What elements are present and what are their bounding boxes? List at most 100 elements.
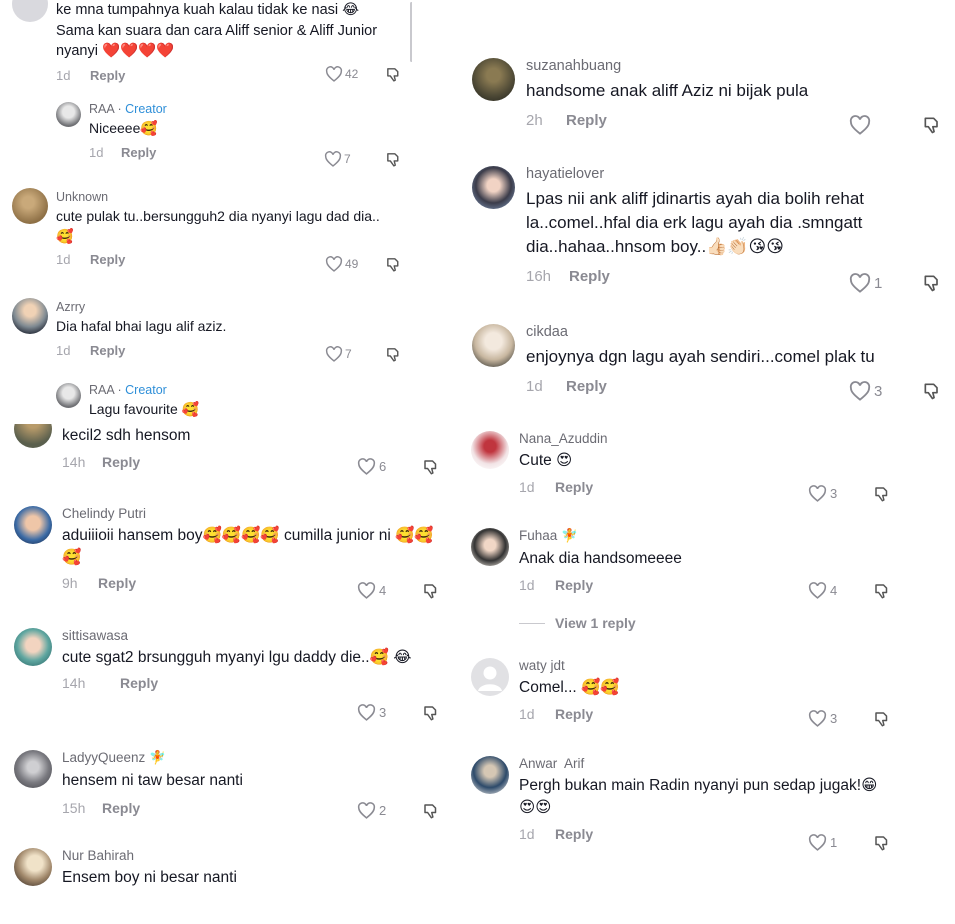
like-button[interactable]: 2 xyxy=(357,802,386,819)
reply-button[interactable]: Reply xyxy=(102,454,140,470)
dislike-icon[interactable] xyxy=(422,458,440,476)
comment-item: sittisawasa cute sgat2 brsungguh myanyi … xyxy=(14,628,454,728)
avatar[interactable] xyxy=(471,528,509,566)
like-button[interactable]: 3 xyxy=(357,704,386,721)
avatar[interactable] xyxy=(471,431,509,469)
reply-button[interactable]: Reply xyxy=(121,145,156,160)
comments-panel-right-top: suzanahbuang handsome anak aliff Aziz ni… xyxy=(455,45,955,419)
like-count: 6 xyxy=(379,459,387,474)
avatar[interactable] xyxy=(472,324,515,367)
avatar[interactable] xyxy=(12,188,48,224)
like-button[interactable] xyxy=(849,115,874,135)
heart-icon xyxy=(808,485,827,502)
reply-button[interactable]: Reply xyxy=(102,800,140,816)
like-button[interactable]: 6 xyxy=(357,458,386,475)
dislike-icon[interactable] xyxy=(422,582,440,600)
comment-username[interactable]: Fuhaa 🧚 xyxy=(519,528,879,544)
heart-icon xyxy=(849,115,871,135)
avatar[interactable] xyxy=(472,166,515,209)
comment-username[interactable]: RAA · Creator xyxy=(89,102,349,116)
dislike-icon[interactable] xyxy=(385,256,402,273)
like-button[interactable]: 7 xyxy=(325,346,352,362)
reply-button[interactable]: Reply xyxy=(90,343,125,358)
like-count: 3 xyxy=(379,705,387,720)
like-button[interactable]: 49 xyxy=(325,256,358,272)
default-avatar-icon xyxy=(478,666,502,691)
comment-username[interactable]: cikdaa xyxy=(526,324,946,340)
like-count: 3 xyxy=(830,711,838,726)
dislike-icon[interactable] xyxy=(422,802,440,820)
reply-button[interactable]: Reply xyxy=(90,68,125,83)
comment-username[interactable]: waty jdt xyxy=(519,658,879,673)
avatar[interactable] xyxy=(14,750,52,788)
dislike-icon[interactable] xyxy=(922,381,942,401)
reply-button[interactable]: Reply xyxy=(569,268,610,285)
comment-text: kecil2 sdh hensom xyxy=(62,427,191,444)
comment-username[interactable]: LadyyQueenz 🧚 xyxy=(62,750,452,766)
avatar[interactable] xyxy=(14,424,52,448)
comment-username[interactable]: hayatielover xyxy=(526,166,946,182)
comment-username[interactable]: Nana_Azuddin xyxy=(519,431,879,446)
like-button[interactable]: 4 xyxy=(808,582,837,599)
comment-item: ke mna tumpahnya kuah kalau tidak ke nas… xyxy=(12,0,407,88)
comments-panel-left-bottom: kecil2 sdh hensom 14h Reply 6 Chelindy P… xyxy=(0,424,455,924)
reply-button[interactable]: Reply xyxy=(120,675,158,691)
avatar[interactable] xyxy=(12,298,48,334)
dislike-icon[interactable] xyxy=(422,704,440,722)
like-button[interactable]: 3 xyxy=(808,710,837,727)
reply-button[interactable]: Reply xyxy=(566,378,607,395)
dislike-icon[interactable] xyxy=(873,582,891,600)
reply-button[interactable]: Reply xyxy=(555,577,593,593)
avatar[interactable] xyxy=(471,756,509,794)
like-button[interactable]: 7 xyxy=(324,151,351,167)
comment-age: 14h xyxy=(62,675,86,691)
view-replies-button[interactable]: View 1 reply xyxy=(519,615,636,631)
avatar[interactable] xyxy=(56,102,81,127)
reply-button[interactable]: Reply xyxy=(566,112,607,129)
like-button[interactable]: 3 xyxy=(849,381,882,401)
reply-button[interactable]: Reply xyxy=(98,575,136,591)
reply-button[interactable]: Reply xyxy=(555,826,593,842)
comment-username[interactable]: Azrry xyxy=(56,300,396,314)
avatar[interactable] xyxy=(472,58,515,101)
avatar[interactable] xyxy=(14,848,52,886)
avatar[interactable] xyxy=(14,628,52,666)
dislike-icon[interactable] xyxy=(922,273,942,293)
avatar[interactable] xyxy=(56,383,81,408)
reply-button[interactable]: Reply xyxy=(90,252,125,267)
like-button[interactable]: 1 xyxy=(849,273,882,293)
comment-username[interactable]: RAA · Creator xyxy=(89,383,349,397)
comment-text: Lagu favourite 🥰 xyxy=(89,401,200,417)
like-button[interactable]: 4 xyxy=(357,582,386,599)
dislike-icon[interactable] xyxy=(385,66,402,83)
like-button[interactable]: 42 xyxy=(325,66,358,82)
heart-icon xyxy=(357,458,376,475)
comment-username[interactable]: sittisawasa xyxy=(62,628,452,643)
heart-icon xyxy=(808,710,827,727)
heart-icon xyxy=(325,256,343,272)
comment-username[interactable]: Unknown xyxy=(56,190,396,204)
comment-username[interactable]: suzanahbuang xyxy=(526,58,946,74)
like-button[interactable]: 1 xyxy=(808,834,837,851)
like-count: 2 xyxy=(379,803,387,818)
heart-icon xyxy=(357,802,376,819)
dislike-icon[interactable] xyxy=(385,346,402,363)
reply-button[interactable]: Reply xyxy=(555,479,593,495)
dislike-icon[interactable] xyxy=(873,485,891,503)
reply-button[interactable]: Reply xyxy=(555,706,593,722)
dislike-icon[interactable] xyxy=(922,115,942,135)
dislike-icon[interactable] xyxy=(873,834,891,852)
comment-item: LadyyQueenz 🧚 hensem ni taw besar nanti … xyxy=(14,750,454,825)
dislike-icon[interactable] xyxy=(873,710,891,728)
scrollbar[interactable] xyxy=(410,2,412,62)
heart-icon xyxy=(357,582,376,599)
avatar[interactable] xyxy=(471,658,509,696)
dislike-icon[interactable] xyxy=(385,151,402,168)
comment-text: handsome anak aliff Aziz ni bijak pula xyxy=(526,81,809,100)
like-button[interactable]: 3 xyxy=(808,485,837,502)
avatar[interactable] xyxy=(12,0,48,22)
comment-username[interactable]: Nur Bahirah xyxy=(62,848,452,863)
comment-username[interactable]: Chelindy Putri xyxy=(62,506,452,521)
avatar[interactable] xyxy=(14,506,52,544)
comment-username[interactable]: Anwar Arif xyxy=(519,756,879,771)
